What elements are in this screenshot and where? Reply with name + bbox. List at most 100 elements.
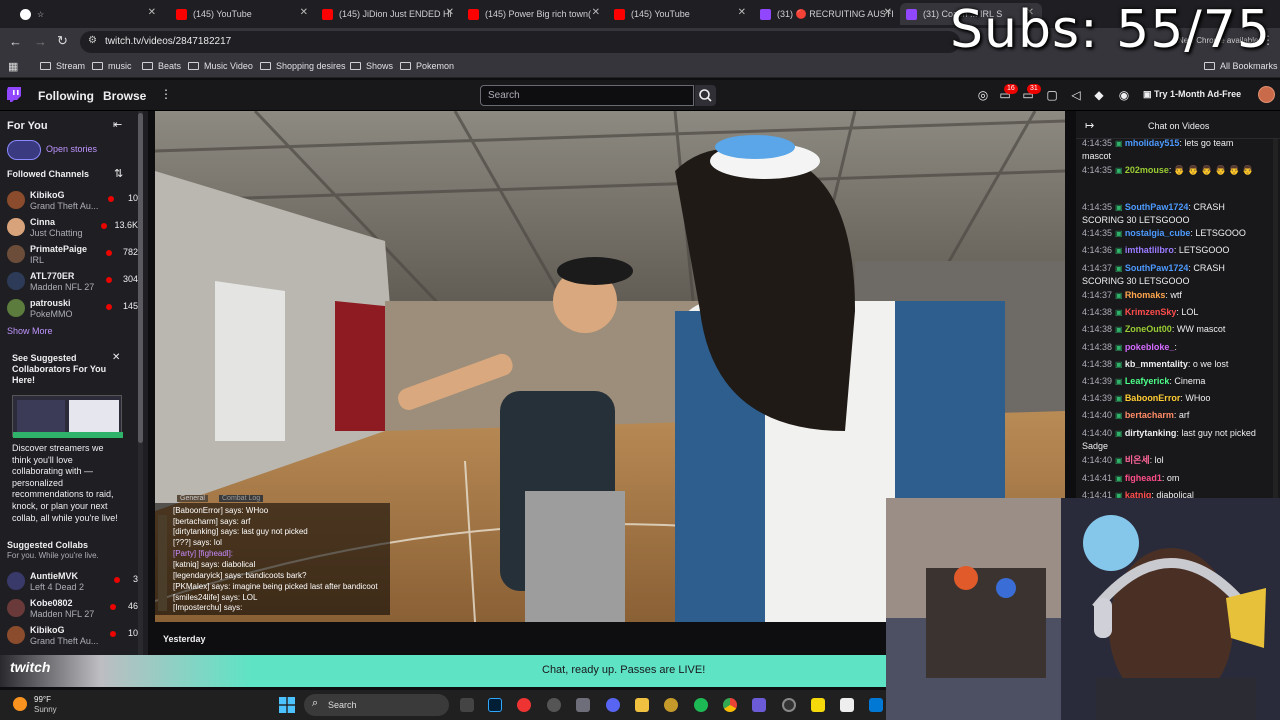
close-icon[interactable]: ✕ xyxy=(884,7,892,18)
close-icon[interactable]: ✕ xyxy=(148,7,156,18)
chat-username[interactable]: kb_mmentality xyxy=(1125,359,1188,369)
followed-channel[interactable]: KibikoG Grand Theft Au... 10 xyxy=(0,188,138,214)
browser-tab[interactable]: (145) YouTube ✕ xyxy=(170,3,316,25)
drops-icon[interactable]: ◉ xyxy=(1117,88,1131,102)
followed-channel[interactable]: ATL770ER Madden NFL 27 304 xyxy=(0,269,138,295)
scroll-thumb[interactable] xyxy=(138,113,143,443)
collapse-sidebar-icon[interactable]: ⇤ xyxy=(113,118,122,131)
promo-banner[interactable]: twitch Chat, ready up. Passes are LIVE! xyxy=(0,655,886,687)
bookmark-folder[interactable]: Music Video xyxy=(188,61,253,71)
browser-tab[interactable]: (145) Power Big rich town( ✕ xyxy=(462,3,608,25)
collapse-chat-icon[interactable]: ↦ xyxy=(1085,119,1094,132)
settings-icon[interactable] xyxy=(576,698,590,712)
back-icon[interactable]: ← xyxy=(9,34,22,49)
twitch-logo-icon[interactable] xyxy=(7,87,22,104)
file-explorer-icon[interactable] xyxy=(635,698,649,712)
notifications-icon[interactable]: ▭ 31 xyxy=(1021,84,1041,102)
chat-username[interactable]: mholiday515 xyxy=(1125,138,1180,148)
chat-username[interactable]: 비온세 xyxy=(1125,455,1150,465)
browser-tab[interactable]: (145) YouTube ✕ xyxy=(608,3,754,25)
bookmark-folder[interactable]: music xyxy=(92,61,132,71)
close-icon[interactable]: ✕ xyxy=(738,7,746,18)
open-stories-link[interactable]: Open stories xyxy=(46,144,97,154)
app-icon[interactable] xyxy=(547,698,561,712)
avatar[interactable] xyxy=(1258,86,1275,103)
obs-icon[interactable] xyxy=(782,698,796,712)
chat-username[interactable]: nostalgia_cube xyxy=(1125,228,1191,238)
site-info-icon[interactable]: ⚙ xyxy=(88,35,97,46)
tab-label: (31) 🔴 RECRUITING AUSTI xyxy=(777,8,894,19)
followed-channel[interactable]: patrouski PokeMMO 145 xyxy=(0,296,138,322)
collab-channel[interactable]: KibikoG Grand Theft Au... 10 xyxy=(0,623,138,649)
bookmark-folder[interactable]: Beats xyxy=(142,61,181,71)
chat-username[interactable]: fighead1 xyxy=(1125,473,1162,483)
chat-username[interactable]: Leafyerick xyxy=(1125,376,1170,386)
apps-grid-icon[interactable]: ▦ xyxy=(8,60,18,73)
below-video-section: Yesterday xyxy=(155,622,886,655)
sidebar-scrollbar[interactable] xyxy=(138,111,143,655)
show-more-link[interactable]: Show More xyxy=(7,326,53,336)
chat-username[interactable]: SouthPaw1724 xyxy=(1125,263,1189,273)
chat-username[interactable]: imthatlilbro xyxy=(1125,245,1174,255)
nav-following[interactable]: Following xyxy=(38,89,94,103)
inbox-icon[interactable]: ▭ 16 xyxy=(998,84,1018,102)
search-input[interactable]: Search xyxy=(480,85,694,106)
chat-username[interactable]: 202mouse xyxy=(1125,165,1169,175)
bookmark-label: Music Video xyxy=(204,61,253,71)
app-icon[interactable] xyxy=(840,698,854,712)
chat-username[interactable]: pokebloke_ xyxy=(1125,342,1175,352)
followed-channel[interactable]: Cinna Just Chatting 13.6K xyxy=(0,215,138,241)
nav-browse[interactable]: Browse xyxy=(103,89,146,103)
collab-channel[interactable]: Kobe0802 Madden NFL 27 46 xyxy=(0,596,138,622)
bookmark-folder[interactable]: Pokemon xyxy=(400,61,454,71)
collab-channel[interactable]: AuntieMVK Left 4 Dead 2 3 xyxy=(0,569,138,595)
chrome-icon[interactable] xyxy=(723,698,737,712)
discord-icon[interactable] xyxy=(606,698,620,712)
chat-username[interactable]: dirtytanking xyxy=(1125,428,1177,438)
spotify-icon[interactable] xyxy=(694,698,708,712)
more-kebab-icon[interactable]: ⋮ xyxy=(160,87,172,101)
photoshop-icon[interactable] xyxy=(488,698,502,712)
weather-condition[interactable]: Sunny xyxy=(34,705,57,714)
whispers-icon[interactable]: ▢ xyxy=(1045,88,1059,102)
bookmark-folder[interactable]: Stream xyxy=(40,61,85,71)
chat-username[interactable]: BaboonError xyxy=(1125,393,1181,403)
windows-start-icon[interactable] xyxy=(279,697,295,713)
browser-tab[interactable]: (31) 🔴 RECRUITING AUSTI ✕ xyxy=(754,3,900,25)
close-icon[interactable]: ✕ xyxy=(446,7,454,18)
forward-icon[interactable]: → xyxy=(34,34,47,49)
stories-avatars[interactable] xyxy=(7,140,41,160)
app-icon[interactable] xyxy=(752,698,766,712)
chat-username[interactable]: ZoneOut00 xyxy=(1125,324,1172,334)
browser-tab[interactable]: (145) JiDion Just ENDED Hi ✕ xyxy=(316,3,462,25)
close-icon[interactable]: ✕ xyxy=(592,7,600,18)
reload-icon[interactable]: ↻ xyxy=(57,33,68,49)
notes-icon[interactable] xyxy=(811,698,825,712)
chat-username[interactable]: SouthPaw1724 xyxy=(1125,202,1189,212)
sort-icon[interactable]: ⇅ xyxy=(114,167,123,180)
taskbar-search[interactable]: ⌕ Search xyxy=(304,694,449,716)
close-icon[interactable]: ✕ xyxy=(300,7,308,18)
chat-username[interactable]: katniq xyxy=(1125,490,1152,498)
bookmark-folder[interactable]: Shows xyxy=(350,61,393,71)
close-icon[interactable]: ✕ xyxy=(112,352,120,363)
chat-username[interactable]: Rhomaks xyxy=(1125,290,1166,300)
app-icon[interactable] xyxy=(664,698,678,712)
bits-icon[interactable]: ◆ xyxy=(1092,88,1106,102)
chat-username[interactable]: KrimzenSky xyxy=(1125,307,1177,317)
chat-scrollbar[interactable] xyxy=(1273,139,1278,498)
task-view-icon[interactable] xyxy=(460,698,474,712)
url-bar[interactable]: ⚙ twitch.tv/videos/2847182217 xyxy=(80,31,960,53)
pokeball-icon[interactable] xyxy=(517,698,531,712)
weather-temp[interactable]: 99°F xyxy=(34,695,51,704)
all-bookmarks[interactable]: All Bookmarks xyxy=(1204,61,1278,71)
followed-channel[interactable]: PrimatePaige IRL 782 xyxy=(0,242,138,268)
search-button[interactable] xyxy=(695,85,716,106)
ad-free-button[interactable]: ▣ Try 1-Month Ad-Free xyxy=(1143,89,1241,100)
megaphone-icon[interactable]: ◁ xyxy=(1069,88,1083,102)
crown-icon[interactable]: ◎ xyxy=(976,88,990,102)
bookmark-folder[interactable]: Shopping desires xyxy=(260,61,346,71)
chat-username[interactable]: bertacharm xyxy=(1125,410,1174,420)
browser-tab[interactable]: ☆ ✕ xyxy=(14,3,164,25)
app-icon[interactable] xyxy=(869,698,883,712)
